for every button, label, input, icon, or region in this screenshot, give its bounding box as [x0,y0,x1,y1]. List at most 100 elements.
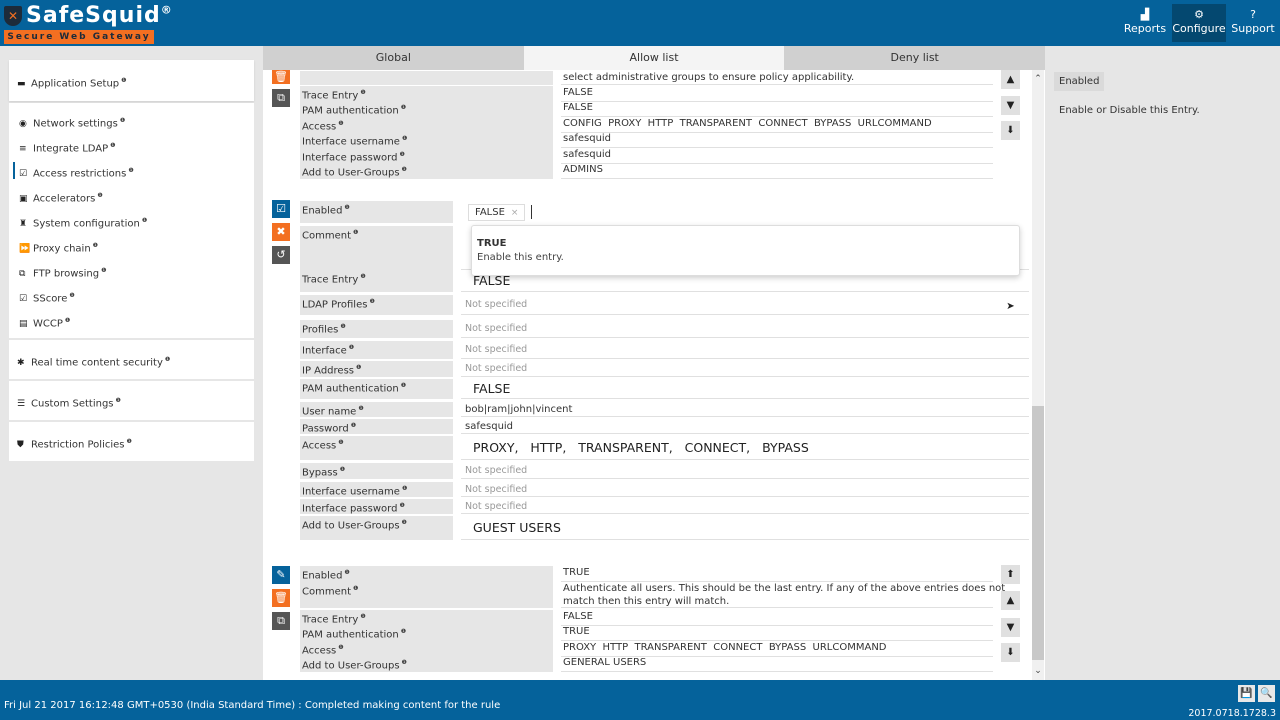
info-icon[interactable]: ❶ [121,77,126,84]
info-icon[interactable]: ❶ [110,142,115,149]
enabled-select[interactable]: FALSE × [461,201,1029,223]
info-icon[interactable]: ❶ [338,439,343,446]
info-icon[interactable]: ❶ [349,344,354,351]
field-value[interactable]: safesquid [561,148,993,165]
tab-deny-list[interactable]: Deny list [784,46,1046,70]
info-icon[interactable]: ❶ [97,192,102,199]
remove-chip-icon[interactable]: × [511,208,519,218]
tab-allow-list[interactable]: Allow list [523,46,785,70]
info-icon[interactable]: ❶ [356,364,361,371]
info-icon[interactable]: ❶ [401,382,406,389]
info-icon[interactable]: ❶ [165,356,170,363]
copy-button[interactable]: ⧉ [272,89,290,107]
move-down-button[interactable]: ▼ [1001,96,1020,115]
info-icon[interactable]: ❶ [127,438,132,445]
field-value[interactable]: safesquid [561,132,993,149]
field-input[interactable]: bob|ram|john|vincent [461,402,1029,417]
info-icon[interactable]: ❶ [69,292,74,299]
nav-configure[interactable]: ⚙ Configure [1172,4,1226,42]
field-value[interactable]: TRUE [561,625,993,642]
save-entry-button[interactable]: ☑ [272,200,290,218]
nav-reports[interactable]: ▟ Reports [1118,4,1172,42]
main-scrollbar[interactable]: ⌃ ⌄ [1032,70,1044,680]
info-icon[interactable]: ❶ [120,117,125,124]
field-value[interactable]: PROXY HTTP TRANSPARENT CONNECT BYPASS UR… [561,641,993,658]
sidebar-item-wccp[interactable]: ▤ WCCP ❶ [9,308,254,333]
cogs-icon: ⚙ [1194,8,1204,21]
field-input[interactable]: Not specified [461,295,1029,315]
field-input[interactable]: Not specified [461,482,1029,497]
move-up-button[interactable]: ▲ [1001,70,1020,89]
sidebar-item-restriction-policies[interactable]: ⛊ Restriction Policies ❶ [9,429,254,454]
move-bottom-button[interactable]: ⬇ [1001,643,1020,662]
info-icon[interactable]: ❶ [399,502,404,509]
field-input[interactable]: Not specified [461,341,1029,359]
info-icon[interactable]: ❶ [128,167,133,174]
info-icon[interactable]: ❶ [101,267,106,274]
sidebar-item-system-configuration[interactable]: ♜ System configuration ❶ [9,208,254,233]
field-input[interactable]: GUEST USERS [461,516,1029,540]
field-value[interactable]: FALSE [561,86,993,103]
edit-button[interactable]: ✎ [272,566,290,584]
field-value[interactable]: ADMINS [561,163,993,180]
reset-entry-button[interactable]: ↺ [272,246,290,264]
info-icon[interactable]: ❶ [340,323,345,330]
delete-button[interactable]: 🗑 [272,589,290,607]
send-ldap-icon[interactable]: ➤ [1001,297,1020,316]
field-value[interactable]: GENERAL USERS [561,656,993,673]
field-value[interactable]: Authenticate all users. This should be t… [561,582,1005,608]
search-icon[interactable]: 🔍 [1258,685,1275,702]
dropdown-option-true[interactable]: TRUE [477,238,1014,249]
save-icon[interactable]: 💾 [1238,685,1255,702]
move-bottom-button[interactable]: ⬇ [1001,121,1020,140]
info-icon[interactable]: ❶ [65,317,70,324]
info-icon[interactable]: ❶ [142,217,147,224]
field-input[interactable]: Not specified [461,463,1029,479]
rule-actions: 🗑 ⧉ [272,70,290,112]
move-down-button[interactable]: ▼ [1001,618,1020,637]
field-value[interactable]: FALSE [561,610,993,627]
sidebar-item-network-settings[interactable]: ◉ Network settings ❶ [9,108,254,133]
field-input[interactable]: Not specified [461,499,1029,514]
field-value[interactable]: FALSE [561,101,993,118]
move-up-button[interactable]: ▲ [1001,591,1020,610]
sidebar-item-ftp-browsing[interactable]: ⧉ FTP browsing ❶ [9,258,254,283]
cancel-entry-button[interactable]: ✖ [272,223,290,241]
delete-button[interactable]: 🗑 [272,70,290,84]
info-icon[interactable]: ❶ [402,519,407,526]
info-icon[interactable]: ❶ [351,422,356,429]
field-input[interactable]: safesquid [461,419,1029,434]
info-icon[interactable]: ❶ [358,405,363,412]
field-label: Interface password ❶ [300,148,553,165]
sidebar-item-sscore[interactable]: ☑ SScore ❶ [9,283,254,308]
sidebar-item-application-setup[interactable]: ▬ Application Setup ❶ [9,68,254,93]
sidebar-item-integrate-ldap[interactable]: ≡ Integrate LDAP ❶ [9,133,254,158]
scroll-down-icon[interactable]: ⌄ [1032,666,1044,676]
sidebar-item-access-restrictions[interactable]: ☑ Access restrictions ❶ [9,158,254,183]
info-icon[interactable]: ❶ [402,485,407,492]
field-value[interactable]: CONFIG PROXY HTTP TRANSPARENT CONNECT BY… [561,117,993,134]
info-icon[interactable]: ❶ [369,298,374,305]
tab-global[interactable]: Global [263,46,524,70]
editor-row: Add to User-Groups ❶ GUEST USERS [300,516,1029,540]
sidebar-item-real-time-content-security[interactable]: ✱ Real time content security ❶ [9,347,254,372]
field-input[interactable]: Not specified [461,320,1029,338]
sidebar-item-proxy-chain[interactable]: ⏩ Proxy chain ❶ [9,233,254,258]
field-value[interactable]: TRUE [561,566,993,583]
sidebar-item-accelerators[interactable]: ▣ Accelerators ❶ [9,183,254,208]
move-top-button[interactable]: ⬆ [1001,565,1020,584]
nav-support[interactable]: ? Support [1226,4,1280,42]
info-icon[interactable]: ❶ [116,397,121,404]
copy-button[interactable]: ⧉ [272,612,290,630]
scrollbar-thumb[interactable] [1032,406,1044,660]
editor-row: Interface password ❶ Not specified [300,499,1029,514]
field-input[interactable]: Not specified [461,361,1029,377]
info-icon[interactable]: ❶ [340,466,345,473]
field-input[interactable]: FALSE [461,379,1029,399]
info-icon[interactable]: ❶ [93,242,98,249]
sidebar-item-custom-settings[interactable]: ☰ Custom Settings ❶ [9,388,254,413]
field-input[interactable]: PROXY, HTTP, TRANSPARENT, CONNECT, BYPAS… [461,436,1029,460]
scroll-up-icon[interactable]: ⌃ [1032,74,1044,84]
field-value[interactable]: select administrative groups to ensure p… [561,71,993,85]
info-icon[interactable]: ❶ [360,273,365,280]
